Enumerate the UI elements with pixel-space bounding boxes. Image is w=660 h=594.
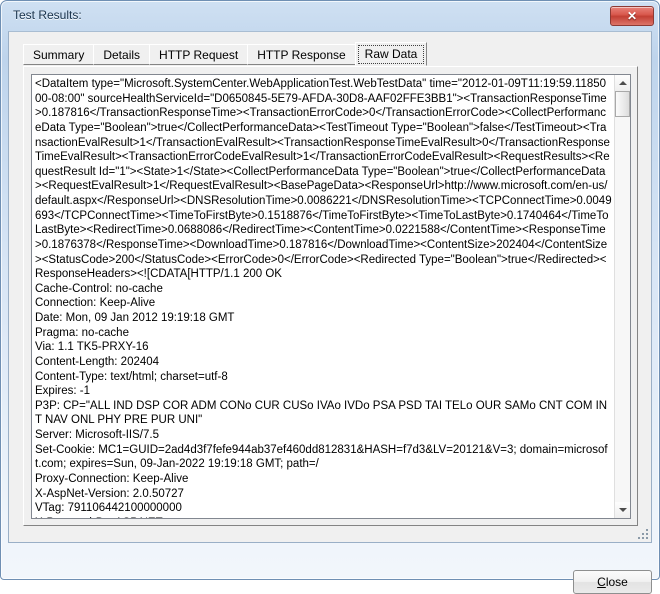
window-title: Test Results: bbox=[13, 8, 82, 22]
window-close-button[interactable]: ✕ bbox=[610, 6, 654, 26]
triangle-down-icon bbox=[619, 508, 627, 512]
scrollbar-thumb[interactable] bbox=[615, 91, 630, 117]
tab-strip: Summary Details HTTP Request HTTP Respon… bbox=[23, 42, 428, 67]
tab-label: HTTP Response bbox=[257, 48, 346, 62]
tab-label: HTTP Request bbox=[159, 48, 239, 62]
raw-data-vertical-scrollbar[interactable] bbox=[614, 75, 630, 518]
close-button[interactable]: Close bbox=[573, 570, 652, 594]
triangle-up-icon bbox=[619, 81, 627, 85]
scroll-down-arrow-icon[interactable] bbox=[615, 502, 630, 518]
tab-http-request[interactable]: HTTP Request bbox=[149, 44, 249, 65]
scroll-up-arrow-icon[interactable] bbox=[615, 75, 630, 91]
window-close-icon: ✕ bbox=[626, 9, 638, 23]
test-results-dialog: Test Results: ✕ Summary Details HTTP Req… bbox=[0, 0, 660, 594]
tab-details[interactable]: Details bbox=[93, 44, 151, 65]
raw-data-textbox[interactable]: <DataItem type="Microsoft.SystemCenter.W… bbox=[31, 74, 631, 519]
tab-http-response[interactable]: HTTP Response bbox=[247, 44, 356, 65]
close-button-label: Close bbox=[597, 575, 628, 589]
tab-raw-data[interactable]: Raw Data bbox=[354, 42, 428, 66]
tab-summary[interactable]: Summary bbox=[23, 44, 95, 65]
title-bar[interactable]: Test Results: ✕ bbox=[1, 1, 659, 31]
resize-grip[interactable] bbox=[635, 526, 648, 539]
scrollbar-track[interactable] bbox=[615, 91, 630, 502]
tab-label: Summary bbox=[33, 48, 85, 62]
dialog-client-area: Summary Details HTTP Request HTTP Respon… bbox=[8, 31, 652, 594]
tab-label: Details bbox=[103, 48, 141, 62]
tab-label: Raw Data bbox=[364, 47, 418, 61]
raw-data-text[interactable]: <DataItem type="Microsoft.SystemCenter.W… bbox=[32, 75, 615, 518]
tab-page-raw-data: <DataItem type="Microsoft.SystemCenter.W… bbox=[23, 66, 638, 526]
